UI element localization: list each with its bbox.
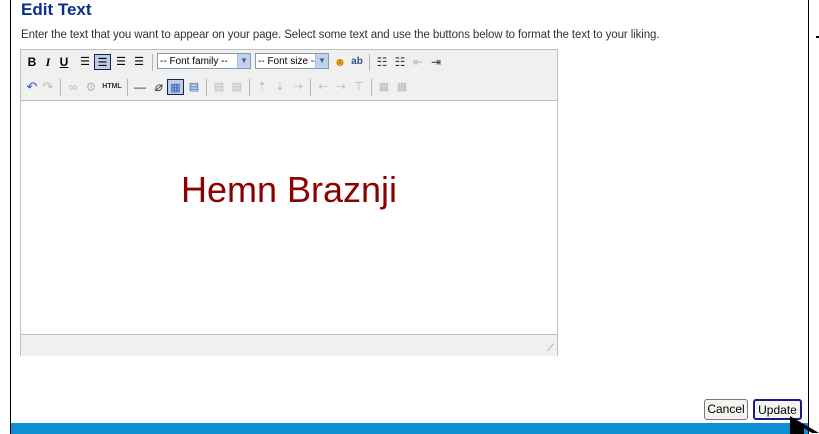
outdent-icon[interactable]: ⇤ bbox=[410, 54, 426, 70]
toolbar-row-1: B I U ☰ ☰ ☰ ☰ -- Font family -- ▼ -- Fon… bbox=[21, 50, 557, 75]
delete-row-icon[interactable]: ⇢ bbox=[290, 79, 306, 95]
font-family-select[interactable]: -- Font family -- ▼ bbox=[157, 53, 251, 69]
align-right-icon[interactable]: ☰ bbox=[113, 54, 129, 70]
horizontal-rule-icon[interactable]: — bbox=[132, 79, 148, 95]
italic-button[interactable]: I bbox=[41, 54, 55, 70]
toolbar-separator bbox=[369, 54, 370, 71]
toolbar-separator bbox=[310, 79, 311, 96]
font-family-value: -- Font family -- bbox=[160, 56, 228, 67]
right-border bbox=[808, 0, 809, 434]
toolbar-separator bbox=[152, 54, 153, 71]
indent-icon[interactable]: ⇥ bbox=[428, 54, 444, 70]
font-size-select[interactable]: -- Font size -- ▼ bbox=[255, 53, 329, 69]
editor-statusbar: ⟋ bbox=[21, 334, 557, 356]
bold-button[interactable]: B bbox=[25, 54, 39, 70]
toolbar-separator bbox=[249, 79, 250, 96]
toolbar-separator bbox=[206, 79, 207, 96]
dialog-title: Edit Text bbox=[21, 0, 92, 19]
redo-icon[interactable]: ↷ bbox=[41, 79, 55, 95]
html-source-button[interactable]: HTML bbox=[101, 79, 123, 95]
chevron-down-icon: ▼ bbox=[237, 54, 250, 68]
insert-col-before-icon[interactable]: ⇠ bbox=[315, 79, 331, 95]
align-center-icon[interactable]: ☰ bbox=[94, 54, 111, 70]
unlink-icon[interactable]: ⚙ bbox=[83, 79, 99, 95]
merge-cells-icon[interactable]: ▦ bbox=[394, 79, 410, 95]
editor-text[interactable]: Hemn Braznji bbox=[21, 169, 557, 211]
bottom-bar bbox=[11, 423, 808, 434]
left-border bbox=[10, 0, 11, 434]
editor-content-area[interactable]: Hemn Braznji bbox=[21, 101, 557, 333]
edit-table-icon[interactable]: ▤ bbox=[186, 79, 202, 95]
align-justify-icon[interactable]: ☰ bbox=[131, 54, 147, 70]
bullet-list-icon[interactable]: ☷ bbox=[374, 54, 390, 70]
numbered-list-icon[interactable]: ☷ bbox=[392, 54, 408, 70]
row-props-icon[interactable]: ▤ bbox=[211, 79, 227, 95]
chevron-down-icon: ▼ bbox=[315, 54, 328, 68]
cell-props-icon[interactable]: ▤ bbox=[229, 79, 245, 95]
insert-col-after-icon[interactable]: ⇢ bbox=[333, 79, 349, 95]
delete-col-icon[interactable]: ⊤ bbox=[351, 79, 367, 95]
spellcheck-icon[interactable]: ab bbox=[349, 54, 365, 70]
toolbar-separator bbox=[371, 79, 372, 96]
remove-format-icon[interactable]: ⌀ bbox=[150, 79, 166, 95]
toolbar-separator bbox=[127, 79, 128, 96]
insert-row-after-icon[interactable]: ⇣ bbox=[272, 79, 288, 95]
table-icon[interactable]: ▦ bbox=[167, 79, 184, 95]
emoticon-icon[interactable]: ☻ bbox=[333, 54, 347, 70]
rich-text-editor: B I U ☰ ☰ ☰ ☰ -- Font family -- ▼ -- Fon… bbox=[20, 49, 558, 356]
cancel-button[interactable]: Cancel bbox=[704, 399, 748, 420]
font-size-value: -- Font size -- bbox=[258, 56, 318, 67]
insert-row-before-icon[interactable]: ⇡ bbox=[254, 79, 270, 95]
resize-grip-icon[interactable]: ⟋ bbox=[547, 343, 554, 354]
link-icon[interactable]: ∞ bbox=[65, 79, 81, 95]
split-cells-icon[interactable]: ▦ bbox=[376, 79, 392, 95]
toolbar-separator bbox=[60, 79, 61, 96]
undo-icon[interactable]: ↶ bbox=[25, 79, 39, 95]
underline-button[interactable]: U bbox=[57, 54, 71, 70]
align-left-icon[interactable]: ☰ bbox=[77, 54, 93, 70]
toolbar-row-2: ↶ ↷ ∞ ⚙ HTML — ⌀ ▦ ▤ ▤ ▤ ⇡ ⇣ ⇢ ⇠ ⇢ ⊤ ▦ ▦ bbox=[21, 75, 557, 101]
instructions-text: Enter the text that you want to appear o… bbox=[21, 29, 660, 41]
mouse-pointer-icon bbox=[790, 416, 819, 434]
